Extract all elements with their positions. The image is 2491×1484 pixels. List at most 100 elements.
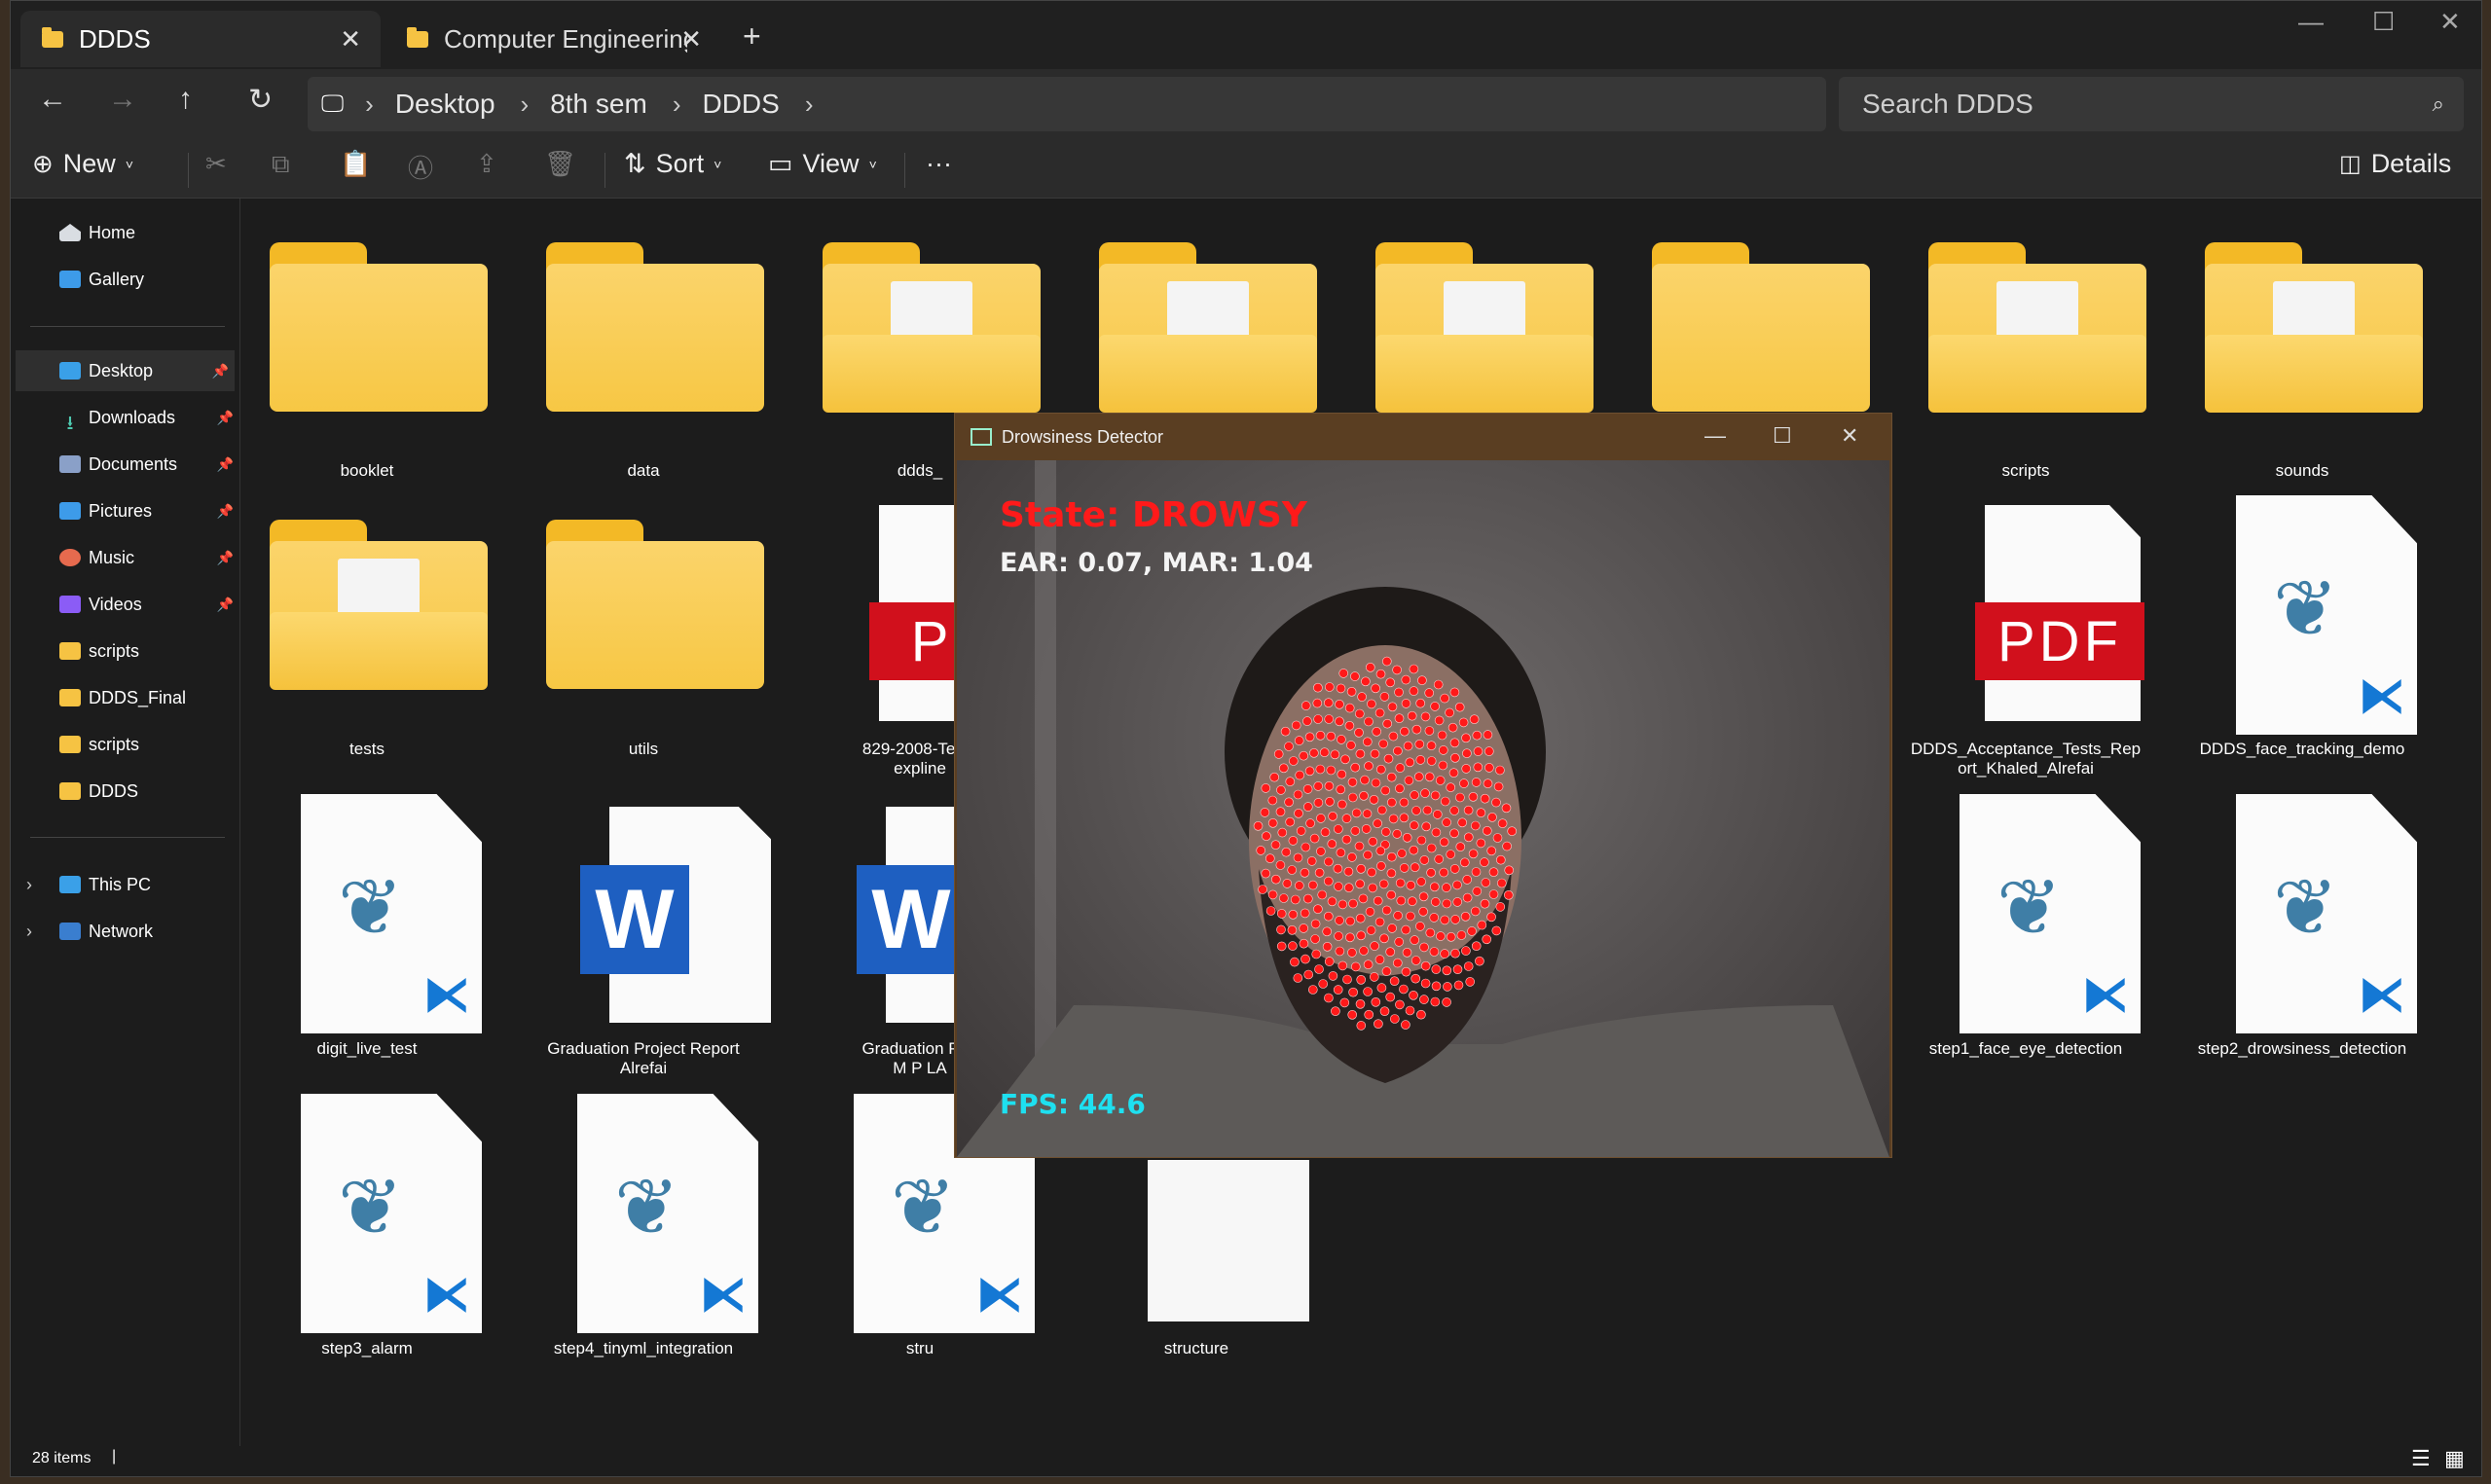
sidebar-item-desktop[interactable]: Desktop 📌 xyxy=(16,350,235,391)
folder-icon xyxy=(270,242,488,413)
maximize-icon[interactable]: ☐ xyxy=(1773,423,1792,449)
sidebar-item-label: Music xyxy=(89,547,135,567)
file-label: step4_tinyml_integration xyxy=(553,1339,734,1357)
network-icon xyxy=(59,923,81,940)
chevron-right-icon[interactable]: › xyxy=(26,875,32,895)
chevron-down-icon: ˅ xyxy=(125,156,133,172)
music-icon xyxy=(59,549,81,566)
pin-icon[interactable]: 📌 xyxy=(212,363,229,380)
chevron-right-icon[interactable]: › xyxy=(805,90,814,120)
refresh-icon[interactable]: ↻ xyxy=(248,83,273,117)
sort-button[interactable]: ⇅ Sort ˅ xyxy=(624,149,721,179)
back-arrow-icon[interactable]: ← xyxy=(38,83,67,116)
sidebar-item-label: Gallery xyxy=(89,269,145,289)
breadcrumb-ddds[interactable]: DDDS xyxy=(702,89,779,120)
fps-label: FPS: 44.6 xyxy=(1000,1088,1146,1120)
pin-icon[interactable]: 📌 xyxy=(217,597,234,613)
file-digit-live-test[interactable]: ❦ ⧔ digit_live_test xyxy=(240,794,494,1058)
sidebar-item-label: scripts xyxy=(89,734,140,754)
copy-icon[interactable]: ⧉ xyxy=(272,149,290,180)
new-button[interactable]: ⊕ New ˅ xyxy=(32,149,133,179)
close-window-icon[interactable]: ✕ xyxy=(2439,7,2461,37)
sidebar-item-ddds[interactable]: DDDS xyxy=(11,771,239,812)
folder-icon xyxy=(546,242,764,413)
tab-computer-engineering[interactable]: Computer Engineering ✕ xyxy=(385,11,721,67)
python-logo-icon: ❦ xyxy=(338,1164,404,1250)
tiles-view-icon[interactable]: ▦ xyxy=(2444,1446,2465,1471)
breadcrumb-desktop[interactable]: Desktop xyxy=(395,89,495,120)
forward-arrow-icon[interactable]: → xyxy=(108,83,137,116)
close-tab-icon[interactable]: ✕ xyxy=(680,24,702,54)
sidebar-item-label: This PC xyxy=(89,874,152,894)
address-bar[interactable]: 🖵 › Desktop › 8th sem › DDDS › xyxy=(308,77,1826,131)
view-button[interactable]: ▭ View ˅ xyxy=(768,149,877,179)
detector-title-bar[interactable]: Drowsiness Detector — ☐ ✕ xyxy=(955,414,1891,460)
folder-sounds[interactable]: sounds xyxy=(2176,242,2429,495)
sidebar-item-music[interactable]: Music 📌 xyxy=(11,537,239,578)
sidebar-item-ddds-final[interactable]: DDDS_Final xyxy=(11,677,239,718)
minimize-icon[interactable]: — xyxy=(2298,7,2324,37)
cut-icon[interactable]: ✂ xyxy=(205,149,227,179)
sidebar-item-downloads[interactable]: ⭳ Downloads 📌 xyxy=(11,397,239,438)
sidebar-item-this-pc[interactable]: › This PC xyxy=(11,864,239,905)
folder-icon xyxy=(59,689,81,706)
file-step4-tinyml-integration[interactable]: ❦ ⧔ step4_tinyml_integration xyxy=(517,1094,770,1366)
sidebar-item-pictures[interactable]: Pictures 📌 xyxy=(11,490,239,531)
minimize-icon[interactable]: — xyxy=(1704,423,1726,449)
folder-tests[interactable]: tests xyxy=(240,520,494,782)
pin-icon[interactable]: 📌 xyxy=(217,550,234,566)
sidebar-item-documents[interactable]: Documents 📌 xyxy=(11,444,239,485)
tab-bar: DDDS ✕ Computer Engineering ✕ + — ☐ ✕ xyxy=(11,1,2481,69)
share-icon[interactable]: ⇪ xyxy=(476,149,497,179)
file-label: step3_alarm xyxy=(321,1339,413,1357)
rename-icon[interactable]: Ⓐ xyxy=(408,149,433,185)
details-button[interactable]: ◫ Details xyxy=(2339,149,2451,179)
chevron-down-icon: ˅ xyxy=(868,156,877,172)
file-structure[interactable]: structure xyxy=(1070,1160,1323,1374)
sidebar-item-videos[interactable]: Videos 📌 xyxy=(11,584,239,625)
more-options-button[interactable]: ··· xyxy=(926,149,952,179)
tab-ddds[interactable]: DDDS ✕ xyxy=(20,11,381,67)
file-step2-drowsiness-detection[interactable]: ❦ ⧔ step2_drowsiness_detection xyxy=(2176,794,2429,1058)
sidebar-item-scripts-2[interactable]: scripts xyxy=(11,724,239,765)
new-tab-button[interactable]: + xyxy=(743,18,761,54)
close-tab-icon[interactable]: ✕ xyxy=(340,24,361,54)
folder-scripts[interactable]: scripts xyxy=(1899,242,2152,495)
pin-icon[interactable]: 📌 xyxy=(217,456,234,473)
sidebar-item-label: scripts xyxy=(89,640,140,661)
pin-icon[interactable]: 📌 xyxy=(217,503,234,520)
sidebar-item-gallery[interactable]: Gallery xyxy=(11,259,239,300)
file-label: Graduation Project Report xyxy=(547,1039,740,1058)
breadcrumb-8th-sem[interactable]: 8th sem xyxy=(550,89,647,120)
vscode-icon: ⧔ xyxy=(423,1269,470,1321)
search-input[interactable]: Search DDDS ⌕ xyxy=(1839,77,2464,131)
file-step3-alarm[interactable]: ❦ ⧔ step3_alarm xyxy=(240,1094,494,1366)
file-label: sounds xyxy=(2275,461,2329,480)
folder-icon xyxy=(546,520,764,690)
file-step1-face-eye-detection[interactable]: ❦ ⧔ step1_face_eye_detection xyxy=(1899,794,2152,1058)
maximize-icon[interactable]: ☐ xyxy=(2372,7,2395,37)
vscode-icon: ⧔ xyxy=(700,1269,747,1321)
python-logo-icon: ❦ xyxy=(2273,565,2339,652)
file-graduation-project-report[interactable]: W Graduation Project Report Alrefai xyxy=(517,807,771,1089)
file-ddds-acceptance-tests[interactable]: PDF DDDS_Acceptance_Tests_Rep ort_Khaled… xyxy=(1899,505,2152,787)
sidebar-item-label: DDDS_Final xyxy=(89,687,187,707)
file-ddds-face-tracking-demo[interactable]: ❦ ⧔ DDDS_face_tracking_demo xyxy=(2176,495,2429,778)
delete-icon[interactable]: 🗑 xyxy=(544,149,576,179)
chevron-right-icon[interactable]: › xyxy=(26,922,32,942)
folder-data[interactable]: data xyxy=(517,242,770,495)
details-view-icon[interactable]: ☰ xyxy=(2411,1446,2431,1471)
sidebar-item-scripts[interactable]: scripts xyxy=(11,631,239,671)
pin-icon[interactable]: 📌 xyxy=(217,410,234,426)
folder-utils[interactable]: utils xyxy=(517,520,770,782)
sidebar-item-home[interactable]: Home xyxy=(11,212,239,253)
close-window-icon[interactable]: ✕ xyxy=(1841,423,1858,449)
folder-booklet[interactable]: booklet xyxy=(240,242,494,495)
sidebar-item-network[interactable]: › Network xyxy=(11,911,239,952)
file-label: DDDS_face_tracking_demo xyxy=(2199,740,2405,758)
paste-icon[interactable]: 📋 xyxy=(340,149,371,179)
python-file-icon: ❦ ⧔ xyxy=(1960,794,2141,1033)
drowsiness-detector-window: Drowsiness Detector — ☐ ✕ State: DROWSY … xyxy=(954,413,1892,1158)
up-arrow-icon[interactable]: ↑ xyxy=(178,83,193,116)
file-label: step2_drowsiness_detection xyxy=(2197,1039,2407,1058)
